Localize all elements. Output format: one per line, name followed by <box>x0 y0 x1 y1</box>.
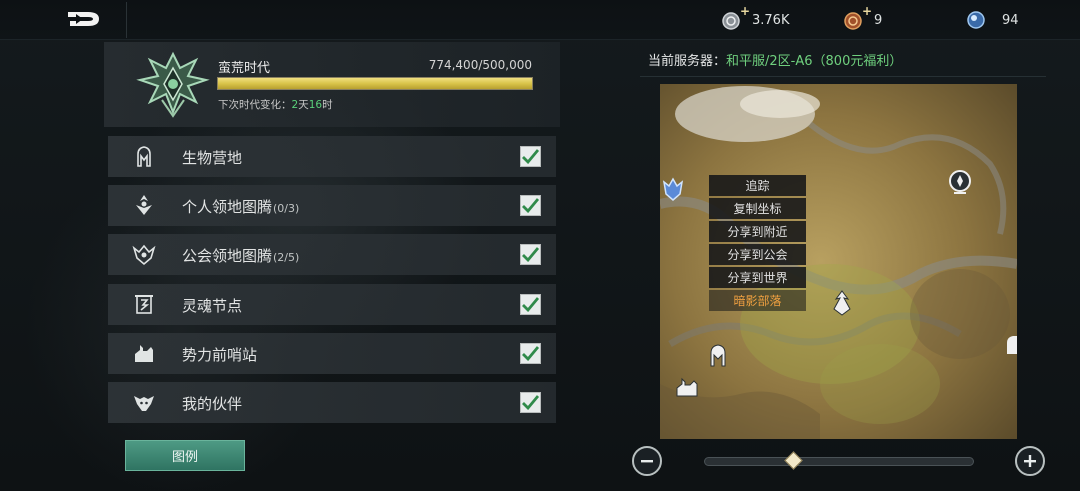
guild-totem-map-icon[interactable] <box>662 176 684 202</box>
guild-totem-icon <box>132 242 156 266</box>
era-title: 蛮荒时代 <box>218 61 271 76</box>
legend-button[interactable]: 图例 <box>125 440 245 471</box>
menu-share-world[interactable]: 分享到世界 <box>709 267 806 288</box>
blue-orb-icon <box>966 10 986 30</box>
menu-track[interactable]: 追踪 <box>709 175 806 196</box>
era-next-hours: 16 <box>308 99 323 111</box>
companion-icon <box>132 390 156 414</box>
map-context-menu: 追踪 复制坐标 分享到附近 分享到公会 分享到世界 暗影部落 <box>709 175 806 313</box>
outpost-map-icon[interactable] <box>675 376 699 398</box>
back-arrow-icon <box>68 12 99 26</box>
creature-camp-edge-icon[interactable] <box>1005 334 1017 356</box>
map-filter-list: 生物营地 个人领地图腾(0/3) 公会领地图腾(2/5) 灵魂节点 势力前哨站 … <box>108 136 556 431</box>
filter-checkbox[interactable] <box>520 244 541 266</box>
currency-value: 9 <box>874 12 883 28</box>
era-next-label: 下次时代变化： <box>218 99 292 111</box>
menu-copy-coordinates[interactable]: 复制坐标 <box>709 198 806 219</box>
filter-checkbox[interactable] <box>520 342 541 364</box>
menu-share-guild[interactable]: 分享到公会 <box>709 244 806 265</box>
filter-label: 我的伙伴 <box>182 394 243 413</box>
add-bronze-icon[interactable]: + <box>862 4 872 18</box>
filter-checkbox[interactable] <box>520 293 541 315</box>
current-server: 当前服务器：和平服/2区-A6（800元福利） <box>648 50 902 69</box>
era-next-change: 下次时代变化：2天16时 <box>218 97 333 112</box>
silver-coin-icon: + <box>722 4 750 30</box>
era-emblem-icon <box>136 50 210 120</box>
add-silver-icon[interactable]: + <box>740 4 750 18</box>
top-bar: + 3.76K + 9 94 <box>0 0 1080 40</box>
filter-row-guild-totem[interactable]: 公会领地图腾(2/5) <box>108 234 556 276</box>
era-progress-bar <box>217 77 533 90</box>
filter-row-creature-camp[interactable]: 生物营地 <box>108 136 556 177</box>
checkmark-icon <box>522 149 539 164</box>
zoom-in-button[interactable] <box>1015 446 1045 476</box>
checkmark-icon <box>522 247 539 263</box>
divider <box>640 76 1046 77</box>
personal-totem-icon <box>132 193 156 217</box>
checkmark-icon <box>522 198 539 214</box>
zoom-out-button[interactable] <box>632 446 662 476</box>
filter-label: 公会领地图腾(2/5) <box>182 247 300 266</box>
menu-share-nearby[interactable]: 分享到附近 <box>709 221 806 242</box>
outpost-icon <box>132 341 156 365</box>
top-bar-divider <box>126 2 127 38</box>
location-name: 暗影部落 <box>709 290 806 311</box>
filter-label: 生物营地 <box>182 149 243 167</box>
creature-camp-map-icon[interactable] <box>707 342 729 368</box>
checkmark-icon <box>522 395 539 410</box>
plus-icon <box>1024 455 1036 467</box>
filter-label: 个人领地图腾(0/3) <box>182 198 300 217</box>
filter-row-companion[interactable]: 我的伙伴 <box>108 381 556 423</box>
minus-icon <box>641 460 653 463</box>
bronze-coin-icon: + <box>844 4 872 30</box>
currency-silver[interactable]: + 3.76K <box>722 4 790 31</box>
currency-value: 3.76K <box>752 12 790 28</box>
filter-checkbox[interactable] <box>520 195 541 217</box>
soul-node-map-icon[interactable] <box>947 169 973 197</box>
creature-camp-icon <box>132 144 156 168</box>
zoom-slider-track[interactable] <box>704 457 974 466</box>
filter-checkbox[interactable] <box>520 391 541 413</box>
checkmark-icon <box>522 345 539 361</box>
checkmark-icon <box>522 296 539 312</box>
server-label: 当前服务器： <box>648 54 727 69</box>
era-panel: 蛮荒时代 774,400/500,000 下次时代变化：2天16时 <box>104 42 560 127</box>
filter-label: 灵魂节点 <box>182 296 243 315</box>
era-progress-fill <box>218 78 532 89</box>
filter-row-personal-totem[interactable]: 个人领地图腾(0/3) <box>108 185 556 227</box>
currency-bronze[interactable]: + 9 <box>844 4 883 31</box>
filter-label: 势力前哨站 <box>182 345 258 364</box>
era-next-hours-unit: 时 <box>322 99 333 111</box>
back-button[interactable] <box>62 6 106 32</box>
filter-checkbox[interactable] <box>520 146 541 167</box>
shadow-tribe-map-icon[interactable] <box>830 289 854 317</box>
currency-orb: 94 <box>966 9 1019 31</box>
server-value: 和平服/2区-A6（800元福利） <box>726 54 903 69</box>
soul-node-icon <box>132 292 156 316</box>
era-progress-text: 774,400/500,000 <box>428 58 532 72</box>
currency-value: 94 <box>1002 12 1019 28</box>
filter-row-outpost[interactable]: 势力前哨站 <box>108 332 556 374</box>
era-next-days-unit: 天 <box>298 99 309 111</box>
filter-row-soul-node[interactable]: 灵魂节点 <box>108 283 556 325</box>
